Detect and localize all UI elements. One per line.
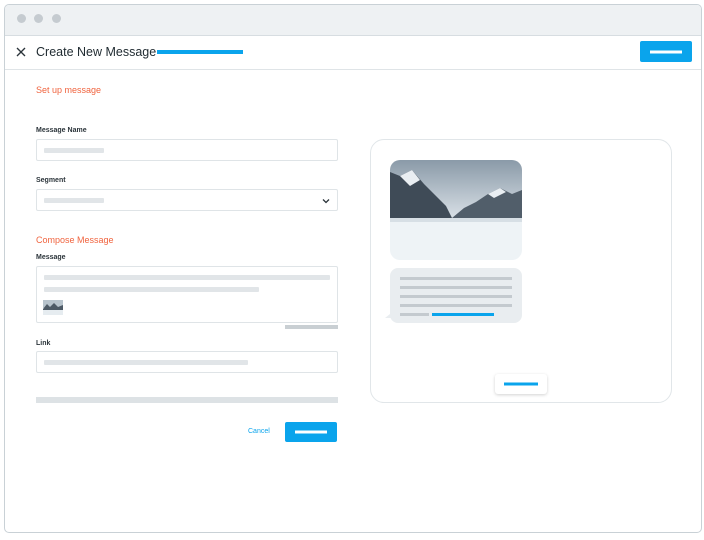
textarea-resize-handle[interactable]: [285, 325, 338, 329]
message-label: Message: [36, 254, 66, 261]
preview-image: [390, 160, 522, 260]
text-line-placeholder: [400, 313, 429, 316]
text-line-placeholder: [400, 277, 512, 280]
title-progress-bar: [157, 50, 243, 54]
form-divider: [36, 397, 338, 403]
segment-select[interactable]: [36, 189, 338, 211]
button-label-placeholder: [650, 50, 682, 53]
window-control-dot[interactable]: [52, 14, 61, 23]
message-name-label: Message Name: [36, 127, 87, 134]
app-window: Create New Message Set up message Messag…: [4, 4, 702, 533]
message-name-input[interactable]: [36, 139, 338, 161]
submit-button[interactable]: [285, 422, 337, 442]
page-title: Create New Message: [36, 45, 157, 59]
message-preview-card: [370, 139, 672, 403]
message-textarea[interactable]: [36, 266, 338, 323]
button-label-placeholder: [295, 430, 327, 434]
text-line-placeholder: [400, 286, 512, 289]
header-action-button[interactable]: [640, 41, 692, 62]
select-placeholder: [44, 198, 104, 203]
preview-message-bubble: [390, 268, 522, 323]
text-line-placeholder: [44, 275, 330, 280]
chevron-down-icon: [322, 199, 330, 204]
setup-section-title: Set up message: [36, 85, 102, 95]
preview-link[interactable]: [432, 313, 494, 316]
window-titlebar: [5, 5, 701, 36]
text-line-placeholder: [400, 304, 512, 307]
window-control-dot[interactable]: [34, 14, 43, 23]
link-label: Link: [36, 340, 51, 347]
button-label-placeholder: [504, 382, 538, 386]
cancel-link[interactable]: Cancel: [248, 428, 270, 435]
segment-label: Segment: [36, 177, 66, 184]
preview-action-button[interactable]: [495, 374, 547, 394]
text-line-placeholder: [400, 295, 512, 298]
input-placeholder: [44, 148, 104, 153]
text-line-placeholder: [44, 287, 259, 292]
close-icon[interactable]: [14, 45, 28, 59]
link-input[interactable]: [36, 351, 338, 373]
compose-section-title: Compose Message: [36, 235, 114, 245]
window-control-dot[interactable]: [17, 14, 26, 23]
page-header: Create New Message: [5, 36, 701, 70]
link-placeholder: [44, 360, 248, 365]
attached-image-thumbnail[interactable]: [43, 300, 63, 315]
